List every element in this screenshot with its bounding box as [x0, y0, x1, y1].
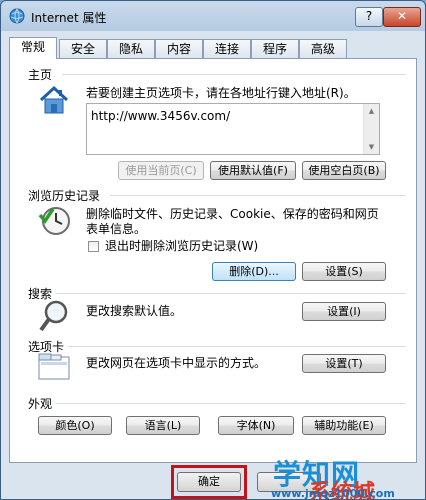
- tab-advanced[interactable]: 高级: [299, 39, 347, 58]
- delete-on-exit-label[interactable]: 退出时删除浏览历史记录(W): [105, 239, 258, 254]
- tabs-divider: [68, 346, 406, 347]
- use-blank-button[interactable]: 使用空白页(B): [302, 161, 386, 180]
- languages-button[interactable]: 语言(L): [126, 416, 200, 435]
- home-url-scrollbar[interactable]: ▲ ▼: [363, 104, 379, 154]
- ok-highlight-annotation: [171, 465, 247, 499]
- clock-checkmark-icon: [38, 203, 72, 240]
- scroll-up-icon[interactable]: ▲: [364, 104, 379, 118]
- tab-general[interactable]: 常规: [9, 37, 57, 59]
- home-icon: [38, 85, 70, 118]
- globe-icon: [9, 8, 25, 24]
- history-divider: [110, 195, 406, 196]
- appearance-section-label: 外观: [28, 397, 53, 411]
- search-settings-button[interactable]: 设置(I): [302, 302, 386, 321]
- internet-options-dialog: Internet 属性 ? ✕ 常规 安全 隐私 内容 连接 程序 高级 主页 …: [0, 0, 426, 500]
- tabs-settings-button[interactable]: 设置(T): [302, 354, 386, 373]
- history-description-line2: 表单信息。: [86, 222, 147, 236]
- history-description-line1: 删除临时文件、历史记录、Cookie、保存的密码和网页: [86, 207, 379, 221]
- use-default-button[interactable]: 使用默认值(F): [210, 161, 296, 180]
- home-url-textarea[interactable]: http://www.3456v.com/ ▲ ▼: [86, 103, 380, 155]
- window-title: Internet 属性: [31, 11, 107, 25]
- history-settings-button[interactable]: 设置(S): [302, 262, 386, 281]
- delete-history-button[interactable]: 删除(D)...: [212, 262, 296, 281]
- colors-button[interactable]: 颜色(O): [38, 416, 112, 435]
- tab-privacy[interactable]: 隐私: [107, 39, 155, 58]
- scroll-down-icon[interactable]: ▼: [364, 140, 379, 154]
- watermark-url: www.jmqz1000.com: [271, 487, 395, 500]
- use-current-button[interactable]: 使用当前页(C): [118, 161, 204, 180]
- tab-security[interactable]: 安全: [59, 39, 107, 58]
- home-divider: [62, 74, 406, 75]
- title-bar[interactable]: Internet 属性 ? ✕: [1, 1, 425, 31]
- tabs-description: 更改网页在选项卡中显示的方式。: [86, 356, 267, 370]
- general-tab-panel: 主页 若要创建主页选项卡，请在各地址行键入地址(R)。 http://www.3…: [9, 58, 417, 463]
- history-section-label: 浏览历史记录: [28, 189, 101, 203]
- tabbed-window-icon: [38, 353, 70, 384]
- search-description: 更改搜索默认值。: [86, 304, 183, 318]
- magnifier-icon: [38, 299, 70, 336]
- home-description: 若要创建主页选项卡，请在各地址行键入地址(R)。: [86, 86, 356, 100]
- close-button[interactable]: ✕: [383, 7, 421, 27]
- fonts-button[interactable]: 字体(N): [218, 416, 294, 435]
- help-button[interactable]: ?: [355, 7, 383, 27]
- tab-content[interactable]: 内容: [155, 39, 203, 58]
- home-section-label: 主页: [28, 68, 53, 82]
- accessibility-button[interactable]: 辅助功能(E): [302, 416, 386, 435]
- home-url-value: http://www.3456v.com/: [91, 109, 231, 123]
- search-divider: [56, 293, 406, 294]
- tab-connections[interactable]: 连接: [203, 39, 251, 58]
- delete-on-exit-checkbox[interactable]: [88, 241, 99, 252]
- tab-programs[interactable]: 程序: [251, 39, 299, 58]
- appearance-divider: [56, 403, 406, 404]
